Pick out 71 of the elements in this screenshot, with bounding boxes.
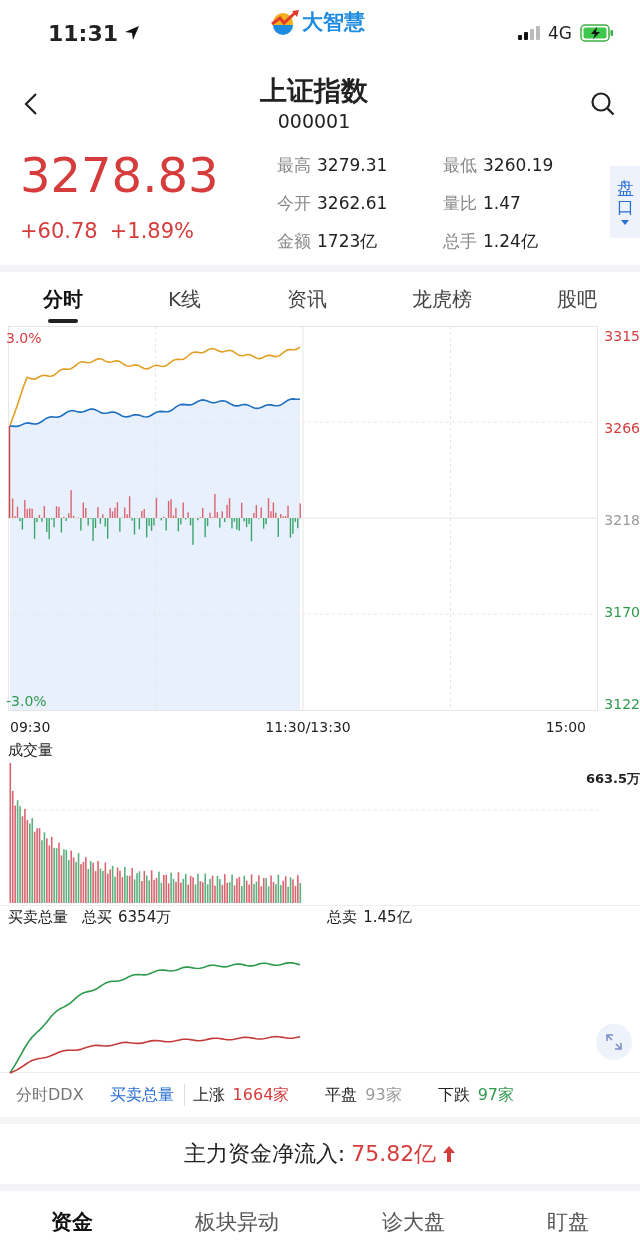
index-code: 000001 [276,108,352,134]
bottom-tab[interactable]: 资金 [51,1208,94,1236]
stat-value: 1.24亿 [483,230,538,253]
chart-tab[interactable]: 龙虎榜 [401,272,482,326]
stat-label: 总手 [443,230,477,253]
order-book-tab[interactable]: 盘口 [610,166,640,238]
signal-icon [518,26,540,40]
stat-label: 最高 [277,154,311,177]
breadth-count: 1664家 [232,1084,290,1106]
caret-icon [621,220,629,226]
net-inflow-value: 75.82亿 [351,1140,437,1168]
stat-value: 1723亿 [317,230,378,253]
outflow-bar [60,518,63,533]
index-price: 3278.83 [20,146,220,205]
volume-title: 成交量 [8,740,54,760]
percent-change: +1.89% [109,219,195,243]
price-axis-label: 3218 [603,512,640,528]
breadth-count: 93家 [365,1084,402,1106]
price-change: +60.78 [20,219,98,243]
breadth-label: 下跌 [437,1084,470,1106]
outflow-bar [223,518,226,523]
volume-max-label: 663.5万 [585,770,640,788]
total-sell-value: 1.45亿 [363,907,412,928]
outflow-bar [99,518,102,524]
app-logo-text: 大智慧 [302,9,365,36]
chart-tab[interactable]: 分时 [32,272,93,326]
stat-label: 金额 [277,230,311,253]
total-buy-value: 6354万 [118,907,172,928]
percent-axis-label: -3.0% [6,693,47,709]
stat-label: 量比 [443,192,477,215]
up-arrow-icon [442,1145,457,1163]
inflow-bar [38,514,41,518]
stat-value: 1.47 [483,192,521,215]
indicator-tab[interactable]: 分时DDX [16,1084,84,1106]
total-sell-label: 总卖 [327,907,358,928]
breadth-label: 平盘 [325,1084,358,1106]
time-axis-label: 09:30 [10,719,51,735]
breadth-count: 97家 [477,1084,515,1106]
indicator-tab[interactable]: 买卖总量 [109,1084,174,1106]
price-axis-label: 3122 [603,696,640,712]
percent-axis-label: 3.0% [6,330,42,346]
network-type: 4G [548,23,572,43]
inflow-bar [155,497,158,518]
bottom-tab[interactable]: 诊大盘 [381,1208,445,1236]
price-axis-label: 3315 [603,328,640,344]
buy-sell-title: 买卖总量 [8,907,68,928]
location-arrow-icon [124,25,141,41]
back-icon[interactable] [24,91,38,116]
chart-tab[interactable]: K线 [158,272,212,326]
search-icon[interactable] [590,90,616,117]
chart-tab[interactable]: 资讯 [276,272,337,326]
battery-charging-icon [580,24,614,42]
breadth-label: 上涨 [192,1084,225,1106]
status-time: 11:31 [48,20,119,46]
bottom-tab[interactable]: 板块异动 [195,1208,280,1236]
index-name: 上证指数 [259,73,369,108]
total-buy-label: 总买 [82,907,112,928]
stat-value: 3279.31 [317,154,388,177]
chart-tab[interactable]: 股吧 [547,272,608,326]
time-axis-label: 11:30/13:30 [265,719,351,735]
stat-value: 3260.19 [483,154,554,177]
expand-icon [604,1032,624,1052]
stat-value: 3262.61 [317,192,388,215]
price-axis-label: 3170 [603,604,640,620]
bottom-tab[interactable]: 盯盘 [546,1208,589,1236]
logo-icon [270,9,300,35]
time-axis-label: 15:00 [545,719,586,735]
stat-label: 今开 [277,192,311,215]
net-inflow-label: 主力资金净流入: [183,1140,346,1168]
stat-label: 最低 [443,154,477,177]
price-axis-label: 3266 [603,420,640,436]
